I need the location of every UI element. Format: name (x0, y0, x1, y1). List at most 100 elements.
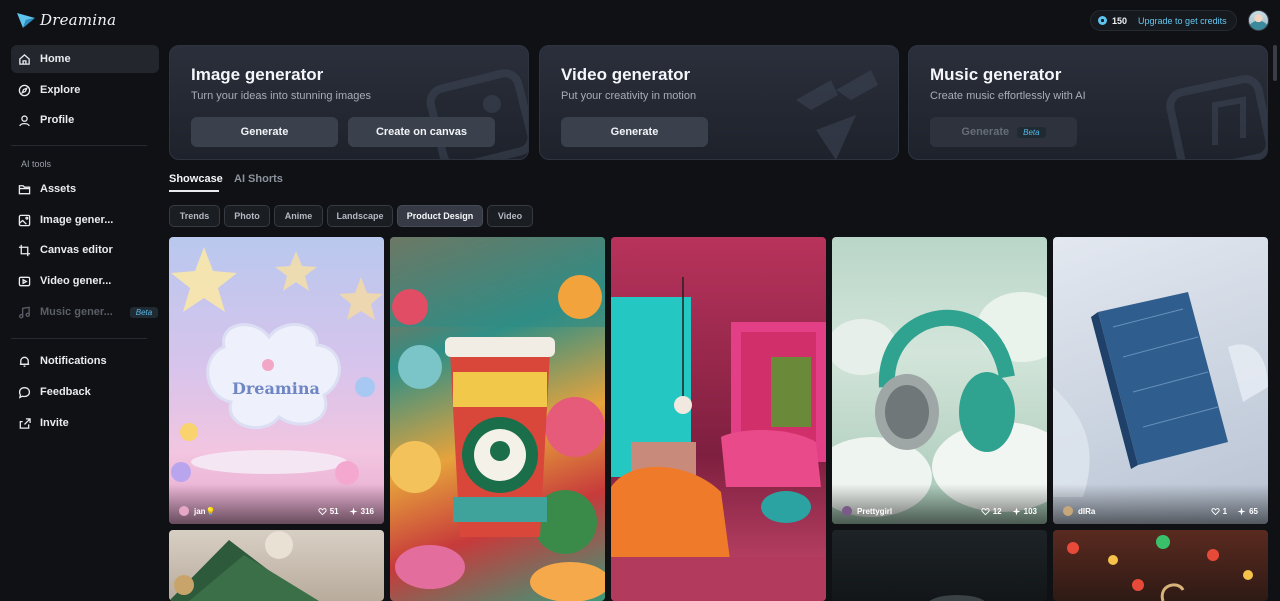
sidebar-item-label: Assets (40, 183, 77, 195)
music-generator-card: Music generator Create music effortlessl… (908, 45, 1268, 160)
tile-shade (169, 484, 384, 524)
sidebar-item-profile[interactable]: Profile (11, 106, 159, 134)
pillow-lettering: Dreamina (232, 379, 320, 398)
sidebar-item-label: Video gener... (40, 275, 112, 287)
likes-count: 51 (329, 506, 339, 516)
beta-badge: Beta (1017, 126, 1046, 138)
folder-icon (18, 183, 31, 196)
credit-count: 150 (1112, 15, 1128, 26)
sidebar-item-music-generator[interactable]: Music gener... Beta (11, 298, 159, 326)
headphones-image (832, 292, 1047, 517)
gallery-tile[interactable]: dIRa 1 65 (1053, 237, 1268, 524)
sidebar-item-notifications[interactable]: Notifications (11, 347, 159, 375)
video-generate-button[interactable]: Generate (561, 117, 708, 147)
filter-photo[interactable]: Photo (224, 205, 270, 227)
sidebar-item-label: Profile (40, 114, 75, 126)
festive-lights-image (1067, 535, 1253, 601)
sidebar-item-explore[interactable]: Explore (11, 76, 159, 104)
tab-showcase[interactable]: Showcase (169, 173, 223, 185)
sidebar-item-home[interactable]: Home (11, 45, 159, 73)
app-name: Dreamina (40, 11, 117, 29)
gallery-tile[interactable] (390, 237, 605, 601)
tab-underline (169, 190, 219, 192)
likes-stat[interactable]: 51 (318, 507, 339, 516)
tile-shade (1053, 484, 1268, 524)
filter-video[interactable]: Video (487, 205, 533, 227)
sidebar-item-feedback[interactable]: Feedback (11, 378, 159, 406)
blue-book-image (1053, 292, 1268, 497)
tile-username[interactable]: dIRa (1078, 507, 1201, 516)
filter-product-design[interactable]: Product Design (397, 205, 483, 227)
user-icon (18, 114, 31, 127)
likes-stat[interactable]: 1 (1211, 507, 1227, 516)
bell-icon (18, 355, 31, 368)
sidebar-item-label: Canvas editor (40, 244, 113, 256)
likes-count: 1 (1222, 506, 1228, 516)
sidebar-item-label: Notifications (40, 355, 107, 367)
sidebar-item-label: Feedback (40, 386, 91, 398)
sparkle-icon (349, 506, 358, 516)
gallery-tile[interactable] (1053, 530, 1268, 601)
remixes-stat[interactable]: 103 (1012, 507, 1037, 516)
tile-shade (832, 484, 1047, 524)
create-on-canvas-button[interactable]: Create on canvas (348, 117, 495, 147)
remixes-count: 103 (1023, 506, 1037, 516)
gallery-tile[interactable]: Prettygirl 12 103 (832, 237, 1047, 524)
christmas-tree-image (169, 531, 319, 601)
video-generator-deco-icon (796, 70, 878, 159)
pink-room-image (611, 277, 826, 601)
tile-meta: Prettygirl 12 103 (842, 505, 1037, 517)
likes-stat[interactable]: 12 (981, 507, 1002, 516)
upgrade-link[interactable]: Upgrade to get credits (1138, 16, 1227, 26)
sidebar-item-label: Image gener... (40, 214, 114, 226)
remixes-count: 316 (360, 506, 374, 516)
tile-username[interactable]: Prettygirl (857, 507, 971, 516)
sidebar-item-assets[interactable]: Assets (11, 175, 159, 203)
compass-icon (18, 84, 31, 97)
card-title: Music generator (930, 65, 1062, 84)
sparkle-icon (1237, 506, 1246, 516)
gallery-tile[interactable] (169, 530, 384, 601)
tab-ai-shorts[interactable]: AI Shorts (234, 173, 283, 185)
image-generate-button[interactable]: Generate (191, 117, 338, 147)
remixes-stat[interactable]: 316 (349, 507, 374, 516)
credits-pill[interactable]: 150 Upgrade to get credits (1090, 10, 1237, 31)
tile-meta: jan💡 51 316 (179, 505, 374, 517)
sidebar-item-image-generator[interactable]: Image gener... (11, 206, 159, 234)
sidebar: Dreamina Home Explore Profile AI tools A… (0, 0, 166, 601)
tile-username[interactable]: jan💡 (194, 507, 308, 516)
home-icon (18, 53, 31, 66)
filter-trends[interactable]: Trends (169, 205, 220, 227)
gallery-tile[interactable] (611, 237, 826, 601)
tile-meta: dIRa 1 65 (1063, 505, 1258, 517)
sidebar-divider (11, 338, 147, 339)
dark-scene-image (929, 595, 985, 601)
remixes-stat[interactable]: 65 (1237, 507, 1258, 516)
share-icon (18, 417, 31, 430)
user-avatar (842, 506, 852, 516)
gallery-tile[interactable] (832, 530, 1047, 601)
sidebar-item-video-generator[interactable]: Video gener... (11, 267, 159, 295)
gallery-tile[interactable]: Dreamina jan💡 51 316 (169, 237, 384, 524)
sidebar-item-label: Explore (40, 84, 81, 96)
music-icon (18, 306, 31, 319)
beta-badge: Beta (129, 306, 159, 318)
sidebar-section-label: AI tools (21, 159, 52, 169)
music-generator-deco-icon (1166, 75, 1267, 159)
scrollbar[interactable] (1273, 45, 1277, 81)
card-subtitle: Create music effortlessly with AI (930, 90, 1086, 102)
card-subtitle: Put your creativity in motion (561, 90, 697, 102)
filter-anime[interactable]: Anime (274, 205, 323, 227)
card-title: Image generator (191, 65, 324, 84)
filter-landscape[interactable]: Landscape (327, 205, 393, 227)
dreamina-logo[interactable]: Dreamina (16, 8, 116, 32)
sidebar-item-label: Home (40, 53, 71, 65)
sidebar-item-canvas-editor[interactable]: Canvas editor (11, 236, 159, 264)
crop-icon (18, 244, 31, 257)
sidebar-item-label: Music gener... (40, 306, 113, 318)
avatar[interactable] (1248, 10, 1269, 31)
sidebar-divider (11, 145, 147, 146)
music-generate-button[interactable]: Generate Beta (930, 117, 1077, 147)
sidebar-item-invite[interactable]: Invite (11, 409, 159, 437)
chat-icon (18, 386, 31, 399)
